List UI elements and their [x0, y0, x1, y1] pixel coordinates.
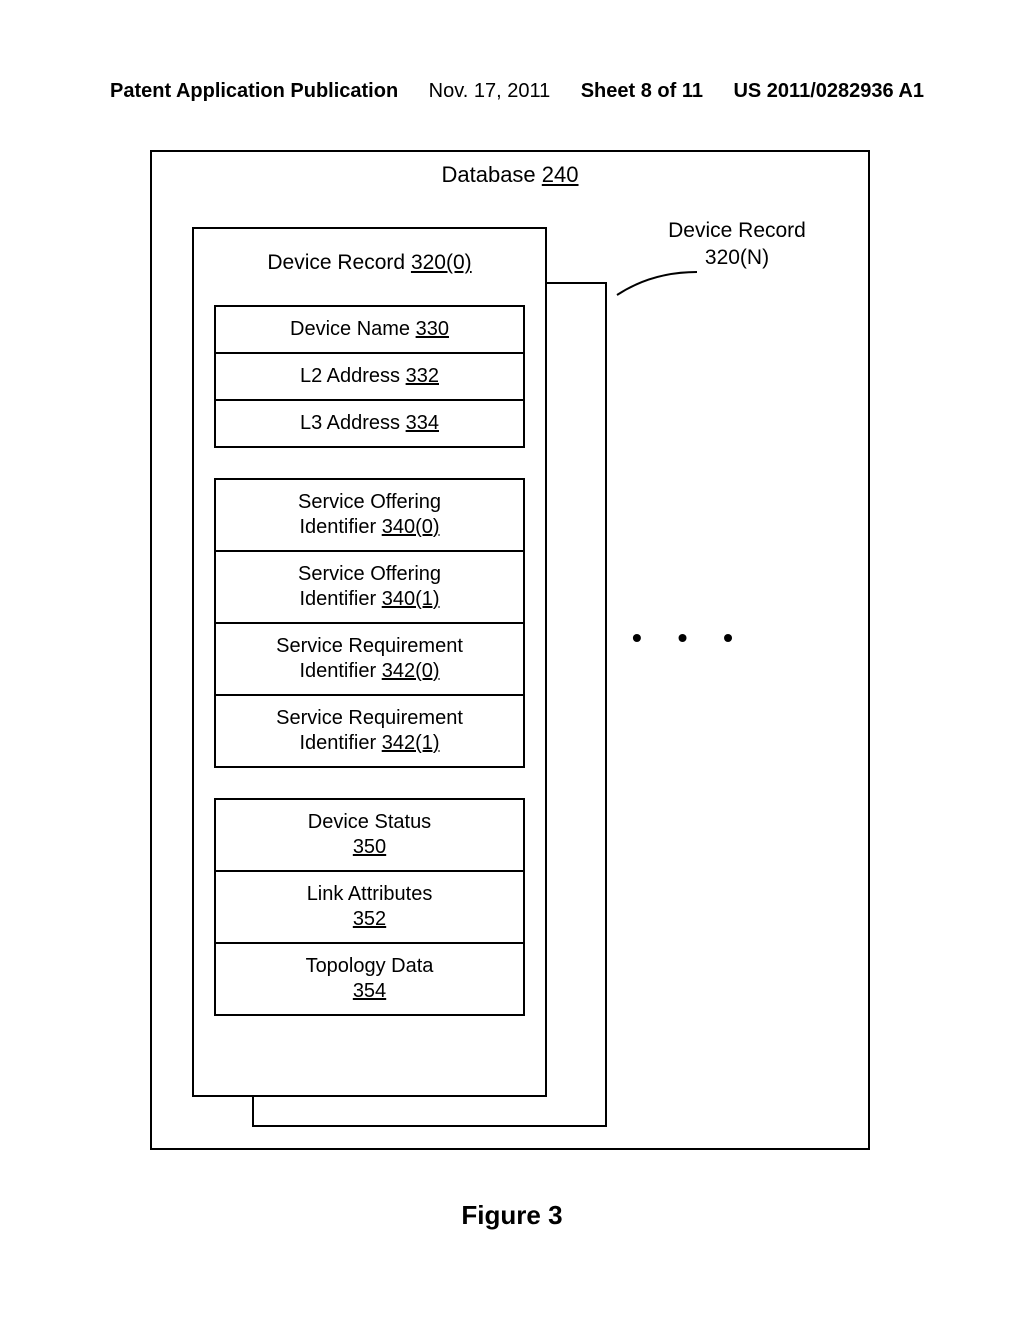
- field-ref: 342(1): [382, 732, 440, 754]
- field-link-attributes: Link Attributes 352: [216, 870, 523, 942]
- field-label: Service Offering: [298, 563, 441, 585]
- field-sublabel: Identifier: [299, 516, 381, 538]
- field-sublabel: Identifier: [299, 660, 381, 682]
- field-group-1: Device Name 330 L2 Address 332 L3 Addres…: [214, 305, 525, 448]
- device-record-0-title: Device Record 320(0): [194, 229, 545, 305]
- field-service-offering-0: Service Offering Identifier 340(0): [216, 480, 523, 550]
- field-label: Device Name: [290, 318, 410, 340]
- field-device-status: Device Status 350: [216, 800, 523, 870]
- database-box: Database 240 Device Record 320(N) Device…: [150, 150, 870, 1150]
- field-ref: 354: [353, 980, 386, 1002]
- field-service-offering-1: Service Offering Identifier 340(1): [216, 550, 523, 622]
- publication-type: Patent Application Publication: [110, 80, 398, 103]
- ellipsis-icon: • • •: [632, 622, 747, 654]
- field-ref: 342(0): [382, 660, 440, 682]
- field-topology-data: Topology Data 354: [216, 942, 523, 1014]
- device-record-0-title-text: Device Record: [267, 251, 405, 274]
- figure-area: Database 240 Device Record 320(N) Device…: [150, 150, 870, 1150]
- field-l3-address: L3 Address 334: [216, 399, 523, 446]
- field-label: L3 Address: [300, 412, 400, 434]
- figure-caption: Figure 3: [0, 1200, 1024, 1231]
- field-label: Service Requirement: [276, 635, 463, 657]
- page-header: Patent Application Publication Nov. 17, …: [110, 80, 924, 103]
- database-title: Database 240: [152, 162, 868, 188]
- sheet-number: Sheet 8 of 11: [581, 80, 703, 103]
- field-ref: 350: [353, 836, 386, 858]
- field-ref: 352: [353, 908, 386, 930]
- field-label: Device Status: [308, 811, 431, 833]
- field-group-2: Service Offering Identifier 340(0) Servi…: [214, 478, 525, 768]
- device-record-n-label: Device Record 320(N): [632, 217, 842, 272]
- field-label: Service Offering: [298, 491, 441, 513]
- field-ref: 334: [406, 412, 439, 434]
- field-ref: 340(1): [382, 588, 440, 610]
- field-label: Link Attributes: [307, 883, 433, 905]
- device-record-0-title-ref: 320(0): [411, 251, 472, 274]
- field-sublabel: Identifier: [299, 588, 381, 610]
- field-group-3: Device Status 350 Link Attributes 352 To…: [214, 798, 525, 1016]
- field-l2-address: L2 Address 332: [216, 352, 523, 399]
- device-record-n-ref: 320(N): [705, 246, 769, 269]
- field-service-requirement-0: Service Requirement Identifier 342(0): [216, 622, 523, 694]
- field-ref: 332: [406, 365, 439, 387]
- database-title-ref: 240: [542, 162, 579, 187]
- field-label: Service Requirement: [276, 707, 463, 729]
- field-label: L2 Address: [300, 365, 400, 387]
- device-record-n-text: Device Record: [668, 219, 806, 242]
- database-title-text: Database: [441, 162, 535, 187]
- field-device-name: Device Name 330: [216, 307, 523, 352]
- publication-date: Nov. 17, 2011: [429, 80, 551, 103]
- field-service-requirement-1: Service Requirement Identifier 342(1): [216, 694, 523, 766]
- field-ref: 340(0): [382, 516, 440, 538]
- field-label: Topology Data: [306, 955, 434, 977]
- device-record-0-box: Device Record 320(0) Device Name 330 L2 …: [192, 227, 547, 1097]
- publication-number: US 2011/0282936 A1: [733, 80, 924, 103]
- field-sublabel: Identifier: [299, 732, 381, 754]
- leader-line: [612, 270, 702, 300]
- field-ref: 330: [416, 318, 449, 340]
